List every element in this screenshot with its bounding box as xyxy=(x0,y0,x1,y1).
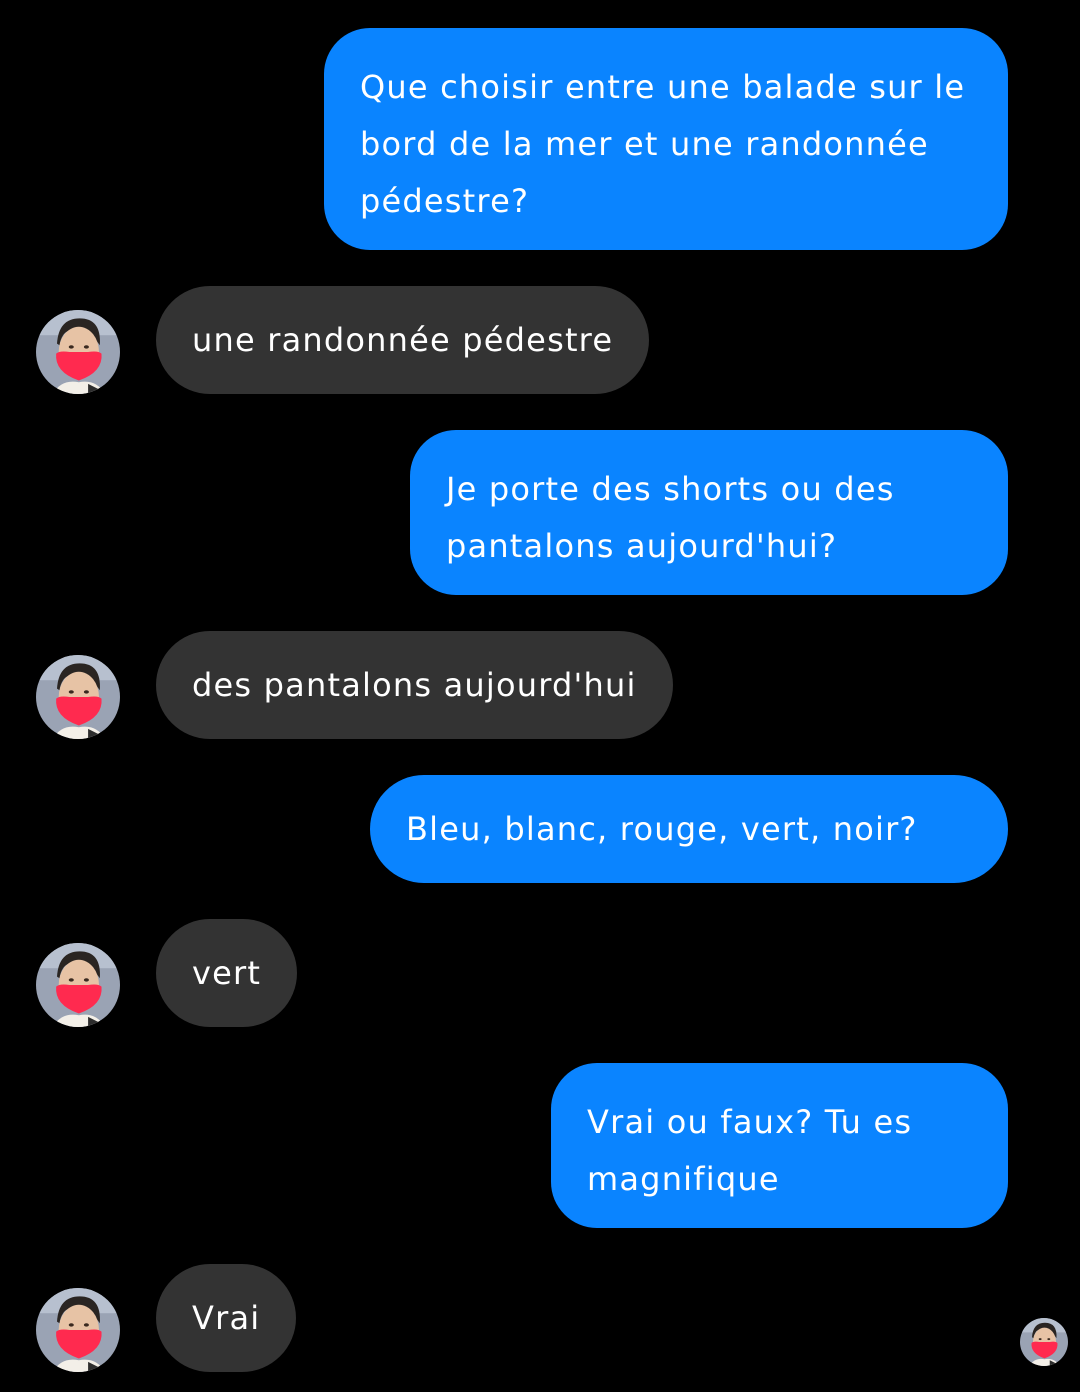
contact-avatar[interactable] xyxy=(36,1288,120,1372)
contact-avatar[interactable] xyxy=(36,655,120,739)
sent-message-bubble[interactable]: Vrai ou faux? Tu es magnifique xyxy=(551,1063,1008,1228)
masked-person-avatar-icon xyxy=(36,655,120,739)
received-message-bubble[interactable]: une randonnée pédestre xyxy=(156,286,650,394)
seen-avatar-icon xyxy=(1020,1318,1068,1366)
read-receipt-avatar xyxy=(1020,1318,1068,1366)
contact-avatar[interactable] xyxy=(36,310,120,394)
received-message-bubble[interactable]: vert xyxy=(156,919,298,1027)
received-message-bubble[interactable]: des pantalons aujourd'hui xyxy=(156,631,673,739)
received-message-bubble[interactable]: Vrai xyxy=(156,1264,297,1372)
chat-thread: Que choisir entre une balade sur le bord… xyxy=(0,0,1080,1392)
masked-person-avatar-icon xyxy=(36,943,120,1027)
sent-message-bubble[interactable]: Que choisir entre une balade sur le bord… xyxy=(324,28,1008,250)
masked-person-avatar-icon xyxy=(36,310,120,394)
sent-message-bubble[interactable]: Bleu, blanc, rouge, vert, noir? xyxy=(370,775,1008,883)
contact-avatar[interactable] xyxy=(36,943,120,1027)
sent-message-bubble[interactable]: Je porte des shorts ou des pantalons auj… xyxy=(410,430,1008,595)
masked-person-avatar-icon xyxy=(36,1288,120,1372)
